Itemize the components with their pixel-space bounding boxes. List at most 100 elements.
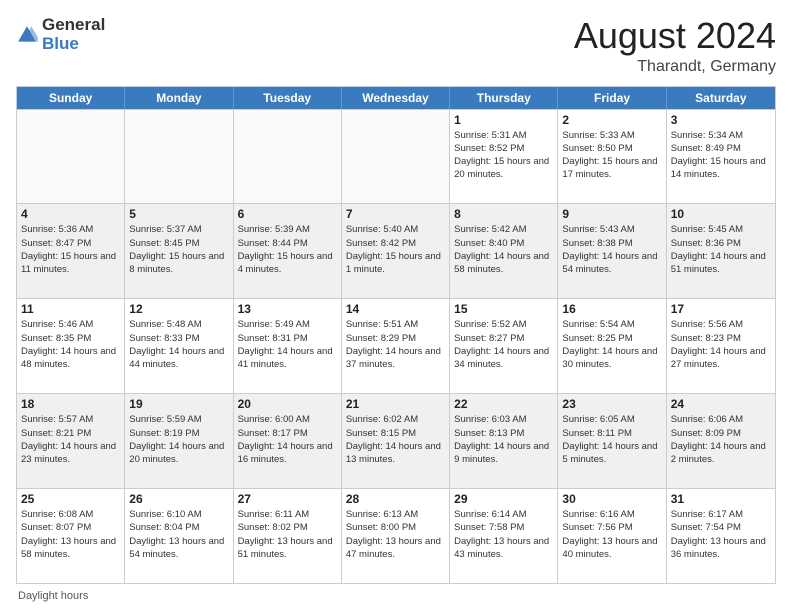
sunset-text: Sunset: 7:58 PM (454, 521, 553, 534)
cal-cell: 18Sunrise: 5:57 AMSunset: 8:21 PMDayligh… (17, 394, 125, 488)
cal-cell: 10Sunrise: 5:45 AMSunset: 8:36 PMDayligh… (667, 204, 775, 298)
daylight-text: Daylight: 14 hours and 51 minutes. (671, 250, 771, 277)
day-number: 10 (671, 207, 771, 221)
sunset-text: Sunset: 8:15 PM (346, 427, 445, 440)
cal-cell: 13Sunrise: 5:49 AMSunset: 8:31 PMDayligh… (234, 299, 342, 393)
sunrise-text: Sunrise: 5:43 AM (562, 223, 661, 236)
sunrise-text: Sunrise: 5:59 AM (129, 413, 228, 426)
header-friday: Friday (558, 87, 666, 109)
daylight-text: Daylight: 14 hours and 20 minutes. (129, 440, 228, 467)
cal-cell: 16 Sunrise: 5:54 AMSunset: 8:25 PMDayligh… (558, 299, 666, 393)
sunset-text: Sunset: 8:11 PM (562, 427, 661, 440)
header-tuesday: Tuesday (234, 87, 342, 109)
sunset-text: Sunset: 8:31 PM (238, 332, 337, 345)
day-number: 6 (238, 207, 337, 221)
daylight-text: Daylight: 13 hours and 43 minutes. (454, 535, 553, 562)
day-number: 2 (562, 113, 661, 127)
cal-cell: 27Sunrise: 6:11 AMSunset: 8:02 PMDayligh… (234, 489, 342, 583)
cal-cell: 17Sunrise: 5:56 AMSunset: 8:23 PMDayligh… (667, 299, 775, 393)
sunset-text: Sunset: 8:47 PM (21, 237, 120, 250)
sunrise-text: Sunrise: 6:02 AM (346, 413, 445, 426)
sunrise-text: Sunrise: 6:10 AM (129, 508, 228, 521)
sunset-text: Sunset: 8:38 PM (562, 237, 661, 250)
sunrise-text: Sunrise: 5:54 AM (562, 318, 661, 331)
day-number: 27 (238, 492, 337, 506)
sunrise-text: Sunrise: 5:42 AM (454, 223, 553, 236)
cal-cell (342, 110, 450, 204)
cal-week-4: 18Sunrise: 5:57 AMSunset: 8:21 PMDayligh… (17, 393, 775, 488)
cal-cell: 3Sunrise: 5:34 AMSunset: 8:49 PMDaylight… (667, 110, 775, 204)
daylight-text: Daylight: 13 hours and 40 minutes. (562, 535, 661, 562)
day-number: 21 (346, 397, 445, 411)
sunrise-text: Sunrise: 5:49 AM (238, 318, 337, 331)
day-number: 12 (129, 302, 228, 316)
sunrise-text: Sunrise: 5:36 AM (21, 223, 120, 236)
calendar-header-row: Sunday Monday Tuesday Wednesday Thursday… (17, 87, 775, 109)
sunset-text: Sunset: 8:25 PM (562, 332, 661, 345)
daylight-text: Daylight: 14 hours and 44 minutes. (129, 345, 228, 372)
sunset-text: Sunset: 8:44 PM (238, 237, 337, 250)
daylight-text: Daylight: 14 hours and 34 minutes. (454, 345, 553, 372)
sunrise-text: Sunrise: 6:00 AM (238, 413, 337, 426)
daylight-text: Daylight: 14 hours and 5 minutes. (562, 440, 661, 467)
logo-text: General Blue (42, 16, 105, 53)
logo-blue-text: Blue (42, 35, 105, 54)
cal-cell: 2Sunrise: 5:33 AMSunset: 8:50 PMDaylight… (558, 110, 666, 204)
sunrise-text: Sunrise: 5:51 AM (346, 318, 445, 331)
cal-cell: 4Sunrise: 5:36 AMSunset: 8:47 PMDaylight… (17, 204, 125, 298)
sunset-text: Sunset: 8:04 PM (129, 521, 228, 534)
cal-cell: 12Sunrise: 5:48 AMSunset: 8:33 PMDayligh… (125, 299, 233, 393)
daylight-text: Daylight: 15 hours and 1 minute. (346, 250, 445, 277)
day-number: 11 (21, 302, 120, 316)
cal-week-1: 1Sunrise: 5:31 AMSunset: 8:52 PMDaylight… (17, 109, 775, 204)
cal-cell: 15Sunrise: 5:52 AMSunset: 8:27 PMDayligh… (450, 299, 558, 393)
sunrise-text: Sunrise: 5:52 AM (454, 318, 553, 331)
day-number: 30 (562, 492, 661, 506)
header-monday: Monday (125, 87, 233, 109)
cal-cell: 6Sunrise: 5:39 AMSunset: 8:44 PMDaylight… (234, 204, 342, 298)
sunset-text: Sunset: 8:35 PM (21, 332, 120, 345)
day-number: 5 (129, 207, 228, 221)
header: General Blue August 2024 Tharandt, Germa… (16, 16, 776, 76)
day-number: 24 (671, 397, 771, 411)
day-number: 16 (562, 302, 661, 316)
daylight-text: Daylight: 15 hours and 11 minutes. (21, 250, 120, 277)
sunrise-text: Sunrise: 6:08 AM (21, 508, 120, 521)
sunset-text: Sunset: 8:36 PM (671, 237, 771, 250)
calendar-body: 1Sunrise: 5:31 AMSunset: 8:52 PMDaylight… (17, 109, 775, 583)
cal-cell: 9Sunrise: 5:43 AMSunset: 8:38 PMDaylight… (558, 204, 666, 298)
title-location: Tharandt, Germany (574, 58, 776, 76)
sunset-text: Sunset: 8:27 PM (454, 332, 553, 345)
sunrise-text: Sunrise: 6:03 AM (454, 413, 553, 426)
sunrise-text: Sunrise: 5:39 AM (238, 223, 337, 236)
sunrise-text: Sunrise: 5:57 AM (21, 413, 120, 426)
sunrise-text: Sunrise: 6:16 AM (562, 508, 661, 521)
sunrise-text: Sunrise: 6:17 AM (671, 508, 771, 521)
daylight-text: Daylight: 14 hours and 27 minutes. (671, 345, 771, 372)
cal-cell: 7Sunrise: 5:40 AMSunset: 8:42 PMDaylight… (342, 204, 450, 298)
day-number: 8 (454, 207, 553, 221)
header-sunday: Sunday (17, 87, 125, 109)
sunrise-text: Sunrise: 5:37 AM (129, 223, 228, 236)
sunset-text: Sunset: 8:19 PM (129, 427, 228, 440)
sunrise-text: Sunrise: 6:05 AM (562, 413, 661, 426)
cal-cell: 30Sunrise: 6:16 AMSunset: 7:56 PMDayligh… (558, 489, 666, 583)
daylight-text: Daylight: 14 hours and 9 minutes. (454, 440, 553, 467)
title-block: August 2024 Tharandt, Germany (574, 16, 776, 76)
cal-cell: 23Sunrise: 6:05 AMSunset: 8:11 PMDayligh… (558, 394, 666, 488)
sunset-text: Sunset: 8:13 PM (454, 427, 553, 440)
logo-icon (16, 24, 38, 46)
daylight-text: Daylight: 15 hours and 20 minutes. (454, 155, 553, 182)
day-number: 13 (238, 302, 337, 316)
cal-cell: 19Sunrise: 5:59 AMSunset: 8:19 PMDayligh… (125, 394, 233, 488)
daylight-text: Daylight: 14 hours and 54 minutes. (562, 250, 661, 277)
sunset-text: Sunset: 7:54 PM (671, 521, 771, 534)
cal-cell: 1Sunrise: 5:31 AMSunset: 8:52 PMDaylight… (450, 110, 558, 204)
cal-cell (125, 110, 233, 204)
daylight-text: Daylight: 14 hours and 58 minutes. (454, 250, 553, 277)
daylight-text: Daylight: 14 hours and 30 minutes. (562, 345, 661, 372)
daylight-text: Daylight: 14 hours and 2 minutes. (671, 440, 771, 467)
sunset-text: Sunset: 8:50 PM (562, 142, 661, 155)
day-number: 14 (346, 302, 445, 316)
day-number: 31 (671, 492, 771, 506)
